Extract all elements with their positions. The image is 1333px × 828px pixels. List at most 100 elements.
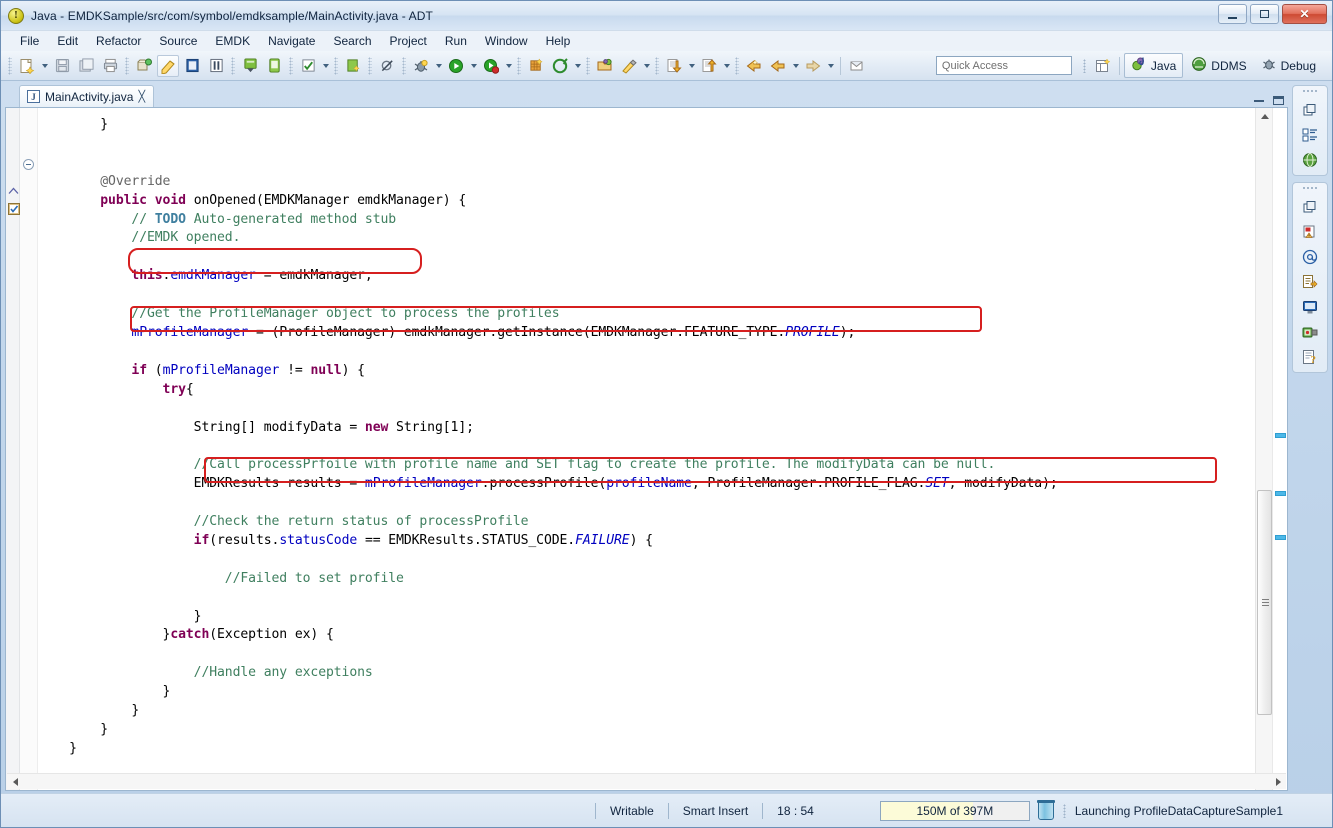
collapse-arrow-icon[interactable] bbox=[8, 182, 19, 200]
android-sdk-manager-icon[interactable] bbox=[239, 55, 261, 77]
menu-refactor[interactable]: Refactor bbox=[87, 32, 150, 50]
fold-collapse-icon[interactable] bbox=[23, 159, 34, 170]
new-java-package-icon[interactable] bbox=[133, 55, 155, 77]
overview-ruler[interactable] bbox=[1272, 108, 1287, 790]
forward-nav-dropdown[interactable] bbox=[825, 55, 836, 77]
group-grip[interactable] bbox=[1302, 89, 1318, 93]
code-canvas[interactable]: } @Override public void onOpened(EMDKMan… bbox=[38, 108, 1255, 790]
pin-editor-icon[interactable] bbox=[846, 55, 868, 77]
debug-icon[interactable] bbox=[410, 55, 432, 77]
new-annotation-icon[interactable] bbox=[525, 55, 547, 77]
perspective-java[interactable]: Java bbox=[1124, 53, 1183, 78]
build-dropdown[interactable] bbox=[320, 55, 331, 77]
toolbar-grip-11[interactable] bbox=[735, 57, 739, 75]
marker-gutter[interactable] bbox=[6, 108, 20, 790]
menu-edit[interactable]: Edit bbox=[48, 32, 87, 50]
scroll-up-arrow-icon[interactable] bbox=[1256, 108, 1273, 125]
back-icon[interactable] bbox=[743, 55, 765, 77]
menu-navigate[interactable]: Navigate bbox=[259, 32, 324, 50]
task-marker-icon[interactable] bbox=[8, 202, 20, 220]
forward-nav-icon[interactable] bbox=[802, 55, 824, 77]
restore-icon[interactable] bbox=[1300, 100, 1320, 120]
external-tools-dropdown[interactable] bbox=[572, 55, 583, 77]
toolbar-grip-5[interactable] bbox=[334, 57, 338, 75]
status-grip[interactable] bbox=[1063, 804, 1066, 818]
editor-vertical-scrollbar[interactable] bbox=[1255, 108, 1272, 790]
coverage-icon[interactable] bbox=[480, 55, 502, 77]
menu-window[interactable]: Window bbox=[476, 32, 537, 50]
minimize-editor-icon[interactable] bbox=[1254, 100, 1264, 102]
menu-file[interactable]: File bbox=[11, 32, 48, 50]
help-view-icon[interactable]: ? bbox=[1300, 347, 1320, 367]
toolbar-grip-2[interactable] bbox=[125, 57, 129, 75]
run-dropdown[interactable] bbox=[468, 55, 479, 77]
toolbar-grip-6[interactable] bbox=[368, 57, 372, 75]
restore-icon[interactable] bbox=[1300, 197, 1320, 217]
external-tools-icon[interactable] bbox=[549, 55, 571, 77]
coverage-dropdown[interactable] bbox=[503, 55, 514, 77]
perspective-ddms[interactable]: DDMS bbox=[1185, 54, 1252, 77]
overview-marker[interactable] bbox=[1275, 433, 1286, 438]
back-dropdown[interactable] bbox=[790, 55, 801, 77]
toggle-java-editor-icon[interactable] bbox=[157, 55, 179, 77]
problems-view-icon[interactable] bbox=[1300, 222, 1320, 242]
toolbar-grip-4[interactable] bbox=[289, 57, 293, 75]
tab-mainactivity-java[interactable]: J MainActivity.java ╳ bbox=[19, 85, 154, 107]
open-type-icon[interactable] bbox=[181, 55, 203, 77]
declaration-view-icon[interactable] bbox=[1300, 272, 1320, 292]
open-resource-icon[interactable] bbox=[594, 55, 616, 77]
editor-horizontal-scrollbar[interactable] bbox=[7, 773, 1286, 789]
menu-source[interactable]: Source bbox=[150, 32, 206, 50]
toolbar-grip-7[interactable] bbox=[402, 57, 406, 75]
edit-dropdown[interactable] bbox=[641, 55, 652, 77]
build-check-icon[interactable] bbox=[297, 55, 319, 77]
garbage-collect-icon[interactable] bbox=[1038, 802, 1054, 820]
toolbar-grip-8[interactable] bbox=[517, 57, 521, 75]
toolbar-grip[interactable] bbox=[8, 57, 12, 75]
toolbar-grip-9[interactable] bbox=[586, 57, 590, 75]
debug-dropdown[interactable] bbox=[433, 55, 444, 77]
run-icon[interactable] bbox=[445, 55, 467, 77]
close-button[interactable]: ✕ bbox=[1282, 4, 1327, 24]
close-icon[interactable]: ╳ bbox=[138, 90, 145, 103]
scroll-left-arrow-icon[interactable] bbox=[7, 774, 23, 790]
new-android-project-icon[interactable] bbox=[342, 55, 364, 77]
javadoc-view-icon[interactable] bbox=[1300, 247, 1320, 267]
toggle-markoccurrences-icon[interactable] bbox=[205, 55, 227, 77]
perspective-debug[interactable]: Debug bbox=[1255, 54, 1322, 77]
menu-project[interactable]: Project bbox=[381, 32, 436, 50]
logcat-view-icon[interactable] bbox=[1300, 322, 1320, 342]
menu-help[interactable]: Help bbox=[537, 32, 580, 50]
toolbar-grip-12[interactable] bbox=[1083, 59, 1086, 73]
minimize-button[interactable] bbox=[1218, 4, 1247, 24]
toolbar-grip-3[interactable] bbox=[231, 57, 235, 75]
next-annotation-dropdown[interactable] bbox=[686, 55, 697, 77]
new-wizard-dropdown[interactable] bbox=[39, 55, 50, 77]
ddms-devices-icon[interactable] bbox=[1300, 150, 1320, 170]
outline-view-icon[interactable] bbox=[1300, 125, 1320, 145]
forward-icon[interactable] bbox=[767, 55, 789, 77]
console-view-icon[interactable] bbox=[1300, 297, 1320, 317]
maximize-editor-icon[interactable] bbox=[1273, 96, 1284, 105]
scroll-right-arrow-icon[interactable] bbox=[1270, 774, 1286, 790]
next-annotation-icon[interactable] bbox=[663, 55, 685, 77]
android-virtual-device-manager-icon[interactable] bbox=[263, 55, 285, 77]
new-wizard-icon[interactable] bbox=[16, 55, 38, 77]
print-icon[interactable] bbox=[99, 55, 121, 77]
menu-run[interactable]: Run bbox=[436, 32, 476, 50]
previous-annotation-icon[interactable] bbox=[698, 55, 720, 77]
menu-emdk[interactable]: EMDK bbox=[206, 32, 259, 50]
menu-search[interactable]: Search bbox=[324, 32, 380, 50]
quick-access-input[interactable]: Quick Access bbox=[936, 56, 1072, 75]
overview-marker[interactable] bbox=[1275, 535, 1286, 540]
scrollbar-thumb[interactable] bbox=[1257, 490, 1272, 715]
overview-marker[interactable] bbox=[1275, 491, 1286, 496]
heap-status[interactable]: 150M of 397M bbox=[880, 801, 1030, 821]
group-grip[interactable] bbox=[1302, 186, 1318, 190]
open-perspective-icon[interactable] bbox=[1092, 55, 1114, 77]
maximize-button[interactable] bbox=[1250, 4, 1279, 24]
source-code[interactable]: } @Override public void onOpened(EMDKMan… bbox=[38, 108, 1255, 759]
edit-icon[interactable] bbox=[618, 55, 640, 77]
folding-gutter[interactable] bbox=[20, 108, 38, 790]
save-all-icon[interactable] bbox=[75, 55, 97, 77]
